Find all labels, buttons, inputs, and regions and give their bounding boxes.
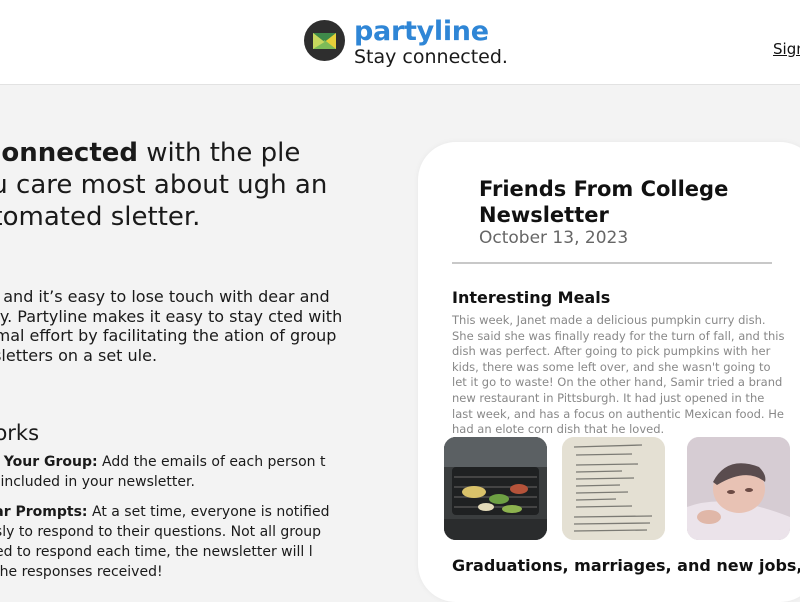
step-label: mble Your Group:: [0, 454, 98, 470]
newsletter-divider: [452, 262, 772, 264]
newsletter-title: Friends From College Newsletter: [479, 177, 729, 227]
hero-headline-bold: y connected: [0, 138, 139, 168]
recipe-photo: [562, 437, 665, 540]
hero-headline: y connected with the ple you care most a…: [0, 137, 340, 233]
step-item: egular Prompts: At a set time, everyone …: [0, 502, 335, 582]
how-it-works-title: t Works: [0, 421, 40, 445]
newsletter-section-title: Interesting Meals: [452, 288, 611, 307]
step-item: mble Your Group: Add the emails of each …: [0, 452, 335, 492]
newsletter-section-body: This week, Janet made a delicious pumpki…: [452, 313, 785, 437]
hero-intro: ectic and it’s easy to lose touch with d…: [0, 287, 343, 365]
baby-photo: [687, 437, 790, 540]
step-label: egular Prompts:: [0, 504, 88, 520]
newsletter-date: October 13, 2023: [479, 228, 629, 248]
grill-photo: [444, 437, 547, 540]
newsletter-section-title: Graduations, marriages, and new jobs,: [452, 556, 800, 575]
